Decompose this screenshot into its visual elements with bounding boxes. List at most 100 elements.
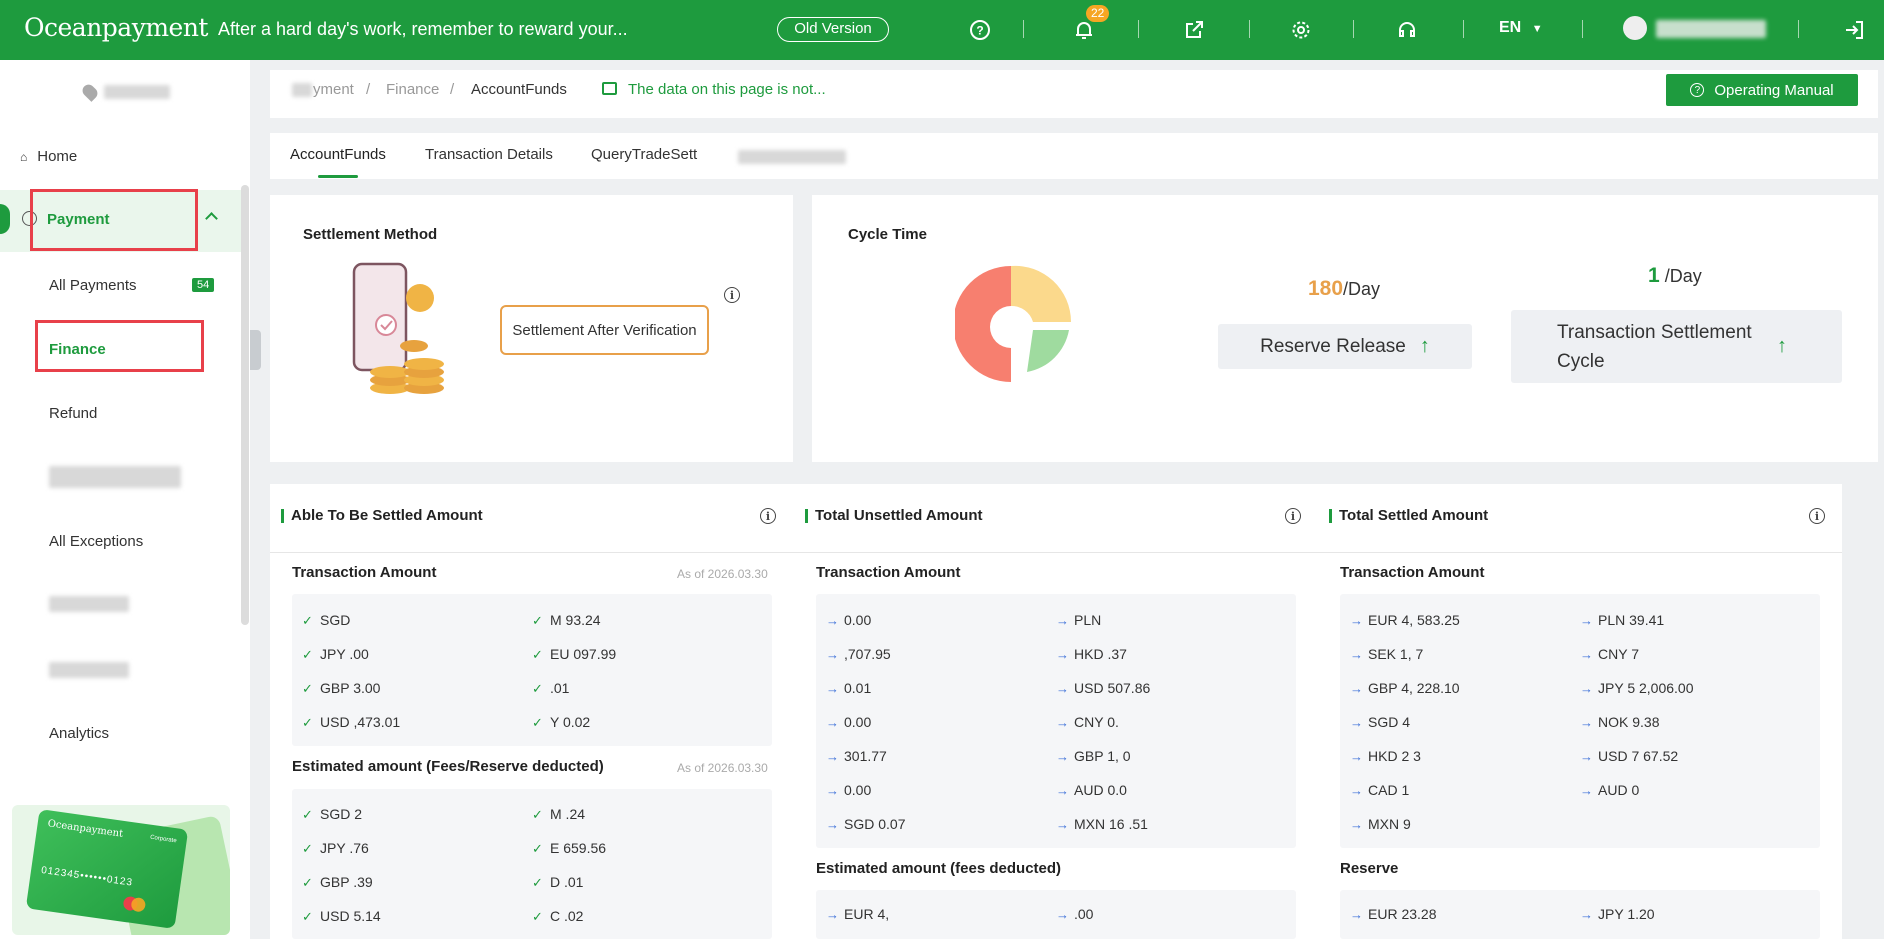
- arrow-right-icon: →: [1056, 715, 1069, 730]
- amount-value: MXN 9: [1368, 816, 1411, 832]
- amount-item: → 0.00: [826, 612, 871, 628]
- sidebar-item-redacted[interactable]: [49, 596, 129, 612]
- sidebar-collapse-handle[interactable]: [250, 330, 261, 370]
- amount-item: → AUD 0.0: [1056, 782, 1127, 798]
- tab-accountfunds[interactable]: AccountFunds: [290, 146, 386, 163]
- info-icon[interactable]: i: [760, 508, 776, 524]
- sidebar-item-label: Home: [37, 148, 78, 165]
- amount-value: EUR 23.28: [1368, 906, 1437, 922]
- amount-value: M .24: [550, 806, 586, 822]
- highlight-box-payment: [30, 189, 198, 251]
- caret-down-icon: ▼: [1531, 23, 1543, 35]
- amount-item: → CAD 1: [1350, 782, 1409, 798]
- info-icon[interactable]: i: [724, 287, 740, 303]
- sidebar-item-home[interactable]: ⌂ Home: [20, 148, 77, 165]
- check-icon: ✓: [532, 841, 543, 856]
- arrow-right-icon: →: [1056, 749, 1069, 764]
- help-icon[interactable]: ?: [966, 16, 994, 44]
- amount-item: → USD 507.86: [1056, 680, 1150, 696]
- arrow-up-icon: ↑: [1419, 335, 1430, 357]
- info-icon[interactable]: i: [1285, 508, 1301, 524]
- gear-icon[interactable]: [1287, 16, 1315, 44]
- amount-item: → PLN 39.41: [1580, 612, 1664, 628]
- amount-item: ✓ USD ,473.01: [302, 714, 400, 731]
- headset-icon[interactable]: [1393, 16, 1421, 44]
- amount-value: 0.01: [844, 680, 872, 696]
- sidebar-item-analytics[interactable]: Analytics: [49, 725, 109, 742]
- amount-value: 0.00: [844, 612, 872, 628]
- amount-value: AUD 0.0: [1074, 782, 1127, 798]
- amount-item: → PLN: [1056, 612, 1101, 628]
- amount-value: 301.77: [844, 748, 887, 764]
- arrow-right-icon: →: [1580, 783, 1593, 798]
- arrow-right-icon: →: [1056, 817, 1069, 832]
- avatar[interactable]: [1623, 16, 1647, 40]
- unsettled-transaction-title: Transaction Amount: [816, 564, 961, 581]
- check-icon: ✓: [302, 647, 313, 662]
- breadcrumb-finance[interactable]: Finance: [386, 81, 439, 98]
- info-icon[interactable]: i: [1809, 508, 1825, 524]
- arrow-right-icon: →: [1056, 647, 1069, 662]
- arrow-right-icon: →: [1580, 681, 1593, 696]
- data-notice[interactable]: The data on this page is not...: [628, 81, 826, 98]
- sidebar-item-all-exceptions[interactable]: All Exceptions: [49, 533, 143, 550]
- amount-value: M 93.24: [550, 612, 601, 628]
- separator: [1353, 20, 1354, 38]
- amount-value: HKD 2 3: [1368, 748, 1421, 764]
- cycle-time-title: Cycle Time: [848, 226, 927, 243]
- amount-item: → .00: [1056, 906, 1093, 922]
- amount-item: → CNY 7: [1580, 646, 1639, 662]
- sidebar-item-all-payments[interactable]: All Payments: [49, 277, 137, 294]
- language-select[interactable]: EN ▼: [1499, 19, 1543, 37]
- language-label: EN: [1499, 19, 1522, 36]
- sidebar-item-label: All Payments: [49, 277, 137, 294]
- logo[interactable]: Oceanpayment: [24, 13, 208, 42]
- amount-value: CAD 1: [1368, 782, 1410, 798]
- check-icon: ✓: [302, 909, 313, 924]
- amount-item: → HKD .37: [1056, 646, 1127, 662]
- tab-querytradesett[interactable]: QueryTradeSett: [591, 146, 697, 163]
- reserve-release-rate: 180/Day: [1308, 277, 1380, 301]
- transaction-settlement-cycle-button[interactable]: Transaction Settlement Cycle ↑: [1511, 310, 1842, 383]
- amount-item: → JPY 1.20: [1580, 906, 1655, 922]
- logout-icon[interactable]: [1840, 16, 1868, 44]
- amount-item: ✓ JPY .00: [302, 646, 369, 663]
- amount-value: ,707.95: [844, 646, 891, 662]
- sidebar-item-redacted[interactable]: [49, 662, 129, 678]
- unsettled-estimated-title: Estimated amount (fees deducted): [816, 860, 1062, 877]
- sidebar-item-refund[interactable]: Refund: [49, 405, 97, 422]
- arrow-right-icon: →: [826, 783, 839, 798]
- total-unsettled-title: Total Unsettled Amount: [805, 507, 983, 524]
- check-icon: ✓: [302, 841, 313, 856]
- notice-icon: [602, 82, 617, 95]
- reserve-release-button[interactable]: Reserve Release ↑: [1218, 324, 1472, 369]
- arrow-right-icon: →: [826, 715, 839, 730]
- check-icon: ✓: [532, 613, 543, 628]
- tab-transaction-details[interactable]: Transaction Details: [425, 146, 553, 163]
- external-link-icon[interactable]: [1180, 16, 1208, 44]
- amount-item: ✓ EU 097.99: [532, 646, 616, 663]
- check-icon: ✓: [532, 681, 543, 696]
- sidebar-item-redacted[interactable]: [49, 466, 181, 488]
- breadcrumb-payment[interactable]: yment: [313, 81, 354, 98]
- amount-item: ✓ E 659.56: [532, 840, 606, 857]
- sidebar-scrollbar[interactable]: [241, 185, 249, 625]
- amount-value: GBP 3.00: [320, 680, 381, 696]
- amount-item: ✓ SGD 2: [302, 806, 362, 823]
- amount-value: GBP 4, 228.10: [1368, 680, 1460, 696]
- amount-value: JPY .76: [320, 840, 369, 856]
- check-icon: ✓: [302, 613, 313, 628]
- amount-item: → SEK 1, 7: [1350, 646, 1423, 662]
- settlement-method-title: Settlement Method: [303, 226, 438, 243]
- able-to-settle-title: Able To Be Settled Amount: [281, 507, 483, 524]
- tab-redacted[interactable]: [738, 150, 846, 164]
- promo-card-brand: Oceanpayment: [46, 818, 124, 840]
- amount-value: MXN 16 .51: [1074, 816, 1148, 832]
- amount-item: → JPY 5 2,006.00: [1580, 680, 1693, 696]
- amount-item: → MXN 16 .51: [1056, 816, 1148, 832]
- settled-transaction-title: Transaction Amount: [1340, 564, 1485, 581]
- sidebar-item-label: All Exceptions: [49, 533, 144, 550]
- arrow-right-icon: →: [826, 749, 839, 764]
- old-version-button[interactable]: Old Version: [777, 17, 889, 42]
- operating-manual-button[interactable]: ? Operating Manual: [1666, 74, 1858, 106]
